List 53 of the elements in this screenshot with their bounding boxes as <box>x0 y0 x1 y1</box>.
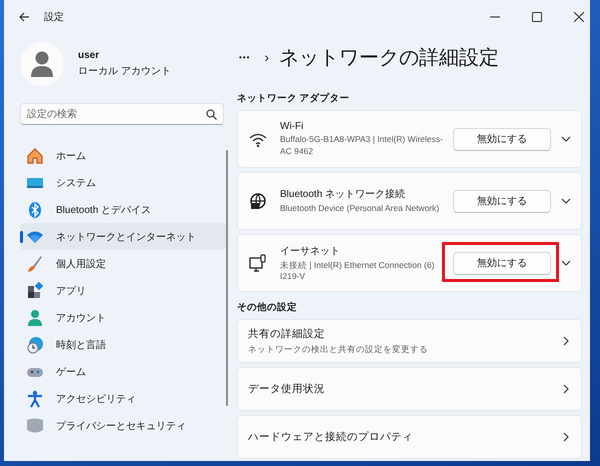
maximize-icon[interactable] <box>532 12 542 22</box>
adapter-name: イーサネット <box>280 244 341 258</box>
settings-link[interactable]: ハードウェアと接続のプロパティ <box>237 415 582 459</box>
sidebar-item[interactable]: 時刻と言語 <box>20 331 226 358</box>
sidebar-item[interactable]: システム <box>20 169 226 196</box>
brush-icon <box>26 254 44 272</box>
sidebar-item[interactable]: プライバシーとセキュリティ <box>20 412 226 439</box>
settings-link[interactable]: データ使用状況 <box>237 367 582 411</box>
adapter-detail: Buffalo-5G-B1A8-WPA3 | Intel(R) Wireless-AC 9462 <box>280 134 444 157</box>
disable-button[interactable]: 無効にする <box>453 252 551 274</box>
user-name: user <box>78 50 100 61</box>
chevron-right-icon <box>563 384 569 394</box>
section-heading: ネットワーク アダプター <box>237 92 351 105</box>
chevron-down-icon[interactable] <box>561 136 571 142</box>
avatar <box>20 42 64 86</box>
scrollbar[interactable] <box>226 150 228 406</box>
sidebar-item[interactable]: アカウント <box>20 304 226 331</box>
section-heading: その他の設定 <box>237 301 298 314</box>
sidebar-item[interactable]: Bluetooth とデバイス <box>20 196 226 223</box>
disable-button[interactable]: 無効にする <box>453 190 551 212</box>
sidebar-item[interactable]: アクセシビリティ <box>20 385 226 412</box>
sidebar-item[interactable]: ゲーム <box>20 358 226 385</box>
chevron-right-icon <box>563 432 569 442</box>
adapter-detail: Bluetooth Device (Personal Area Network) <box>280 203 440 215</box>
apps-icon <box>26 282 44 300</box>
more-button[interactable]: ••• <box>239 52 250 62</box>
bluetooth-icon <box>26 200 44 218</box>
adapter-name: Bluetooth ネットワーク接続 <box>280 188 406 202</box>
person-icon <box>26 308 44 326</box>
sidebar-item[interactable]: アプリ <box>20 277 226 304</box>
monitor-plug-icon <box>248 254 268 272</box>
breadcrumb-separator: › <box>264 49 270 65</box>
sidebar-item[interactable]: ホーム <box>20 142 226 169</box>
window-title: 設定 <box>44 10 64 24</box>
close-icon[interactable] <box>574 12 584 22</box>
back-arrow-icon[interactable] <box>18 12 30 22</box>
accessibility-icon <box>26 390 44 408</box>
sidebar-item[interactable]: 個人用設定 <box>20 250 226 277</box>
chevron-right-icon <box>563 336 569 346</box>
adapter-name: Wi-Fi <box>280 121 304 132</box>
sidebar-item[interactable]: ネットワークとインターネット <box>20 223 226 250</box>
search-field[interactable]: 設定の検索 <box>20 103 224 125</box>
chevron-down-icon[interactable] <box>561 260 571 266</box>
clock-globe-icon <box>26 336 44 354</box>
globe-monitor-icon <box>248 192 268 210</box>
disable-button[interactable]: 無効にする <box>453 128 551 150</box>
adapter-detail: 未接続 | Intel(R) Ethernet Connection (6) I219-V <box>280 260 436 282</box>
account-type: ローカル アカウント <box>78 65 171 78</box>
home-icon <box>26 146 44 164</box>
chevron-down-icon[interactable] <box>561 198 571 204</box>
page-title: ネットワークの詳細設定 <box>279 46 500 70</box>
settings-link[interactable]: 共有の詳細設定 ネットワークの検出と共有の設定を変更する <box>237 319 582 363</box>
search-icon[interactable] <box>206 109 217 120</box>
